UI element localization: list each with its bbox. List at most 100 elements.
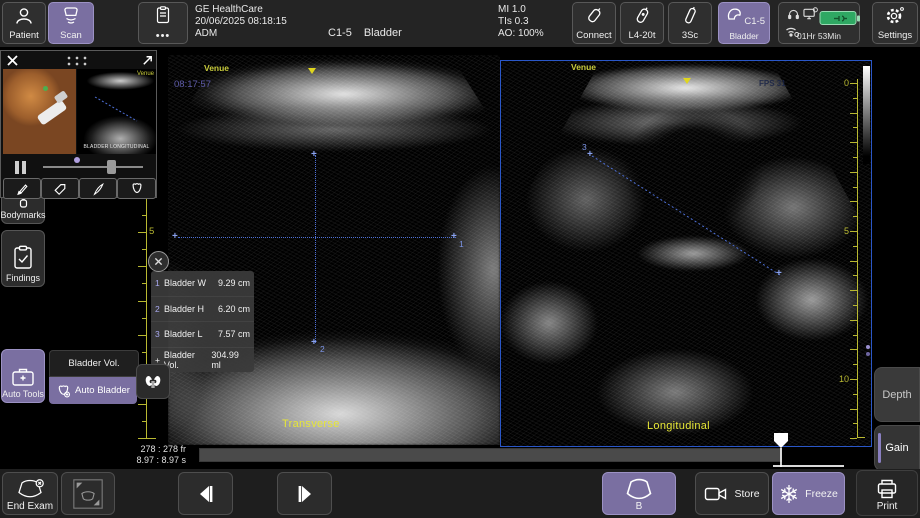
thumbnail-caption: BLADDER LONGITUDINAL <box>77 144 156 150</box>
probe-l4-button[interactable]: L4-20t <box>620 2 664 44</box>
measurement-label: Bladder W <box>164 278 206 288</box>
clip-progress-handle[interactable] <box>107 160 116 174</box>
patient-button[interactable]: Patient <box>2 2 46 44</box>
caliper-line-width <box>178 237 456 238</box>
ruler-tick <box>850 142 857 143</box>
time-counter: 8.97 : 8.97 s <box>120 455 186 466</box>
label-tag-button[interactable] <box>41 178 79 199</box>
resize-arrows-icon <box>71 477 105 511</box>
kidney-tool-button[interactable] <box>136 364 170 399</box>
pen-icon <box>91 182 105 196</box>
printer-icon <box>875 478 899 500</box>
depth-button[interactable]: Depth <box>874 367 920 422</box>
measurements-close-button[interactable] <box>148 251 169 272</box>
caliper-line-height <box>315 155 316 343</box>
cine-position-marker[interactable] <box>773 432 790 468</box>
caliper-endpoint[interactable]: + <box>311 339 317 347</box>
measurement-row[interactable]: 2 Bladder H 6.20 cm <box>151 297 254 323</box>
ruler-tick <box>142 249 146 250</box>
ruler-tick <box>138 335 146 336</box>
close-icon[interactable] <box>6 54 19 67</box>
b-mode-label: B <box>636 501 643 512</box>
caliper-endpoint[interactable]: + <box>172 233 178 241</box>
depth-label-0: 0 <box>836 78 849 88</box>
measurement-label: Bladder H <box>164 304 204 314</box>
probe-3sc-button[interactable]: 3Sc <box>668 2 712 44</box>
acoustic-output-info: MI 1.0 TIs 0.3 AO: 100% <box>498 4 544 40</box>
patient-label: Patient <box>9 31 39 41</box>
cine-counter: 278 : 278 fr 8.97 : 8.97 s <box>120 444 186 466</box>
ruler-tick <box>138 232 146 233</box>
system-status-cluster[interactable]: 01Hr 53Min <box>778 2 860 44</box>
active-probe-button[interactable]: C1-5 Bladder <box>718 2 770 44</box>
active-probe-label: C1-5 <box>744 17 765 27</box>
pause-icon[interactable] <box>13 160 28 175</box>
ultrasound-image-longitudinal[interactable]: Venue FPS 31 + + 3 Longitudinal <box>500 60 872 447</box>
store-button[interactable]: Store <box>695 472 769 515</box>
next-frame-button[interactable] <box>277 472 332 515</box>
drag-handle-dots[interactable] <box>65 55 89 66</box>
annotate-pencil-button[interactable] <box>3 178 41 199</box>
page-indicator-dot[interactable] <box>74 157 80 163</box>
depth-label-10: 10 <box>833 374 849 384</box>
probe-text: C1-5 <box>328 27 352 39</box>
caliper-endpoint[interactable]: + <box>451 233 457 241</box>
auto-tools-button[interactable]: Auto Tools <box>1 349 45 403</box>
toolbox-icon <box>11 366 35 387</box>
ultrasound-image-transverse[interactable]: Venue 08:17:57 + + 1 + + 2 Transverse <box>168 55 500 445</box>
depth-label-5: 5 <box>149 226 154 237</box>
ruler-tick <box>850 290 857 291</box>
ruler-tick <box>142 283 146 284</box>
cine-scrubber-track[interactable] <box>199 448 782 462</box>
gain-button[interactable]: Gain <box>874 425 920 471</box>
ruler-tick <box>138 301 146 302</box>
ruler-tick <box>142 318 146 319</box>
expand-icon[interactable] <box>141 54 154 67</box>
b-mode-button[interactable]: B <box>602 472 676 515</box>
gain-label: Gain <box>885 442 908 454</box>
bladder-shape-button[interactable] <box>117 178 156 199</box>
measurement-row[interactable]: 3 Bladder L 7.57 cm <box>151 322 254 348</box>
next-frame-icon <box>294 483 316 505</box>
acquisition-timestamp: 08:17:57 <box>174 79 211 90</box>
bladder-vol-button[interactable]: Bladder Vol. <box>49 350 139 377</box>
preset-text: Bladder <box>364 27 402 39</box>
bladder-anechoic-region <box>168 55 500 445</box>
probe-l4-icon <box>631 6 653 26</box>
probe-c15-icon <box>724 6 744 22</box>
ruler-tick <box>853 275 857 276</box>
reference-thumbnail[interactable]: Venue BLADDER LONGITUDINAL <box>77 69 156 154</box>
auto-bladder-button[interactable]: Auto Bladder <box>49 377 137 404</box>
freeze-button[interactable]: Freeze <box>772 472 845 515</box>
previous-frame-button[interactable] <box>178 472 233 515</box>
clip-progress-track[interactable] <box>43 166 143 168</box>
scan-probe-icon <box>60 6 82 26</box>
ruler-tick <box>853 305 857 306</box>
print-label: Print <box>877 501 898 512</box>
caliper-endpoint[interactable]: + <box>587 151 593 159</box>
ruler-tick <box>853 157 857 158</box>
measurement-row[interactable]: 1 Bladder W 9.29 cm <box>151 271 254 297</box>
worksheet-button[interactable]: ••• <box>138 2 188 44</box>
end-exam-button[interactable]: End Exam <box>2 472 58 515</box>
battery-icon <box>819 10 861 27</box>
connect-probe-button[interactable]: Connect <box>572 2 616 44</box>
scan-guide-illustration[interactable] <box>3 69 76 154</box>
measurement-value: 9.29 cm <box>218 278 250 288</box>
settings-button[interactable]: Settings <box>872 2 918 44</box>
ruler-tick <box>142 352 146 353</box>
pointer-pen-button[interactable] <box>79 178 117 199</box>
print-button[interactable]: Print <box>856 470 918 516</box>
caliper-endpoint[interactable]: + <box>311 151 317 159</box>
scan-label: Scan <box>60 31 82 41</box>
scan-button[interactable]: Scan <box>48 2 94 44</box>
snowflake-icon <box>779 484 799 504</box>
findings-button[interactable]: Findings <box>1 230 45 287</box>
caliper-endpoint[interactable]: + <box>776 270 782 278</box>
ruler-tick <box>850 113 857 114</box>
probe-position-dot <box>43 86 48 91</box>
exam-info: GE HealthCare 20/06/2025 08:18:15 ADM <box>195 4 287 40</box>
menu-dots: ••• <box>156 31 171 41</box>
ruler-tick <box>138 266 146 267</box>
image-layout-button[interactable] <box>61 472 115 515</box>
